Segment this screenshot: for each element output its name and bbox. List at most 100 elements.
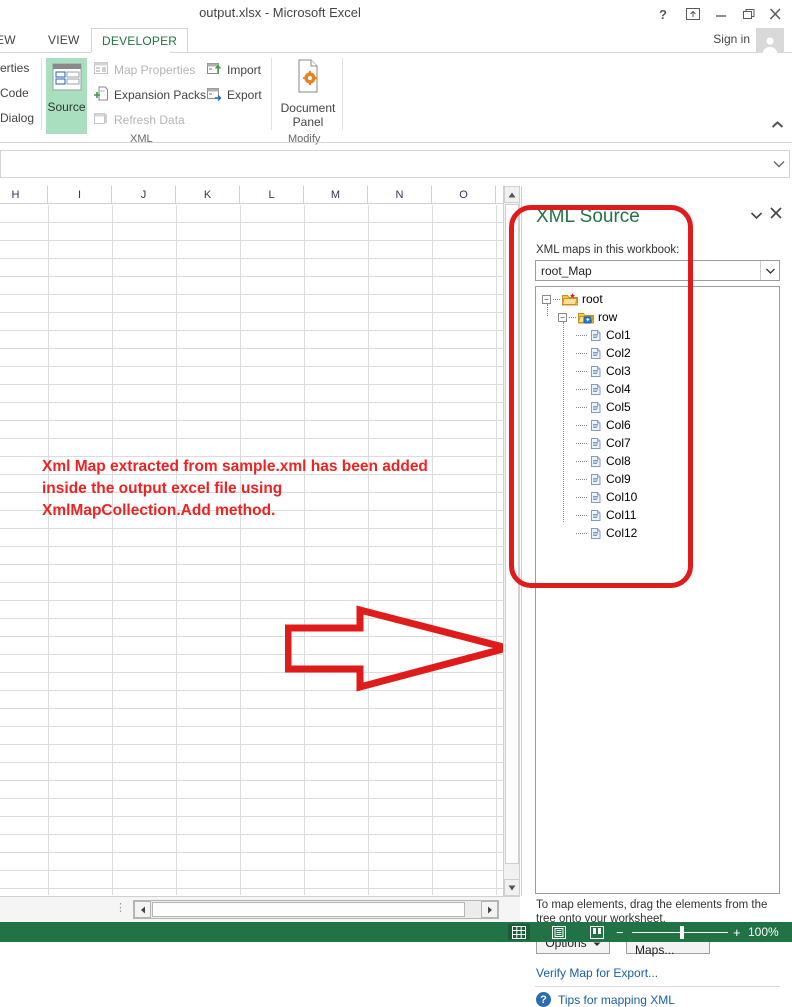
grid-row[interactable]: [0, 367, 504, 385]
xml-tree-node[interactable]: Col5: [574, 398, 631, 416]
grid-row[interactable]: [0, 349, 504, 367]
restore-icon[interactable]: [738, 4, 760, 24]
xml-tree-node[interactable]: Col7: [574, 434, 631, 452]
grid-row[interactable]: [0, 439, 504, 457]
zoom-slider-thumb[interactable]: [680, 926, 684, 939]
grid-row[interactable]: [0, 871, 504, 889]
zoom-in-icon[interactable]: +: [733, 925, 741, 940]
formula-bar[interactable]: [0, 150, 790, 178]
column-header-L[interactable]: L: [240, 186, 304, 204]
export-button[interactable]: Export: [207, 86, 262, 104]
grid-row[interactable]: [0, 817, 504, 835]
xml-tree-node[interactable]: Col6: [574, 416, 631, 434]
grid-row[interactable]: [0, 763, 504, 781]
xml-tree-node[interactable]: − row: [558, 308, 617, 326]
grid-row[interactable]: [0, 295, 504, 313]
xml-tree-node[interactable]: Col3: [574, 362, 631, 380]
grid-row[interactable]: [0, 583, 504, 601]
import-button[interactable]: Import: [207, 61, 261, 79]
chevron-down-icon[interactable]: [773, 157, 785, 171]
page-break-preview-icon[interactable]: [586, 924, 608, 940]
grid-row[interactable]: [0, 565, 504, 583]
source-button[interactable]: Source: [46, 58, 87, 134]
column-header-K[interactable]: K: [176, 186, 240, 204]
grid-row[interactable]: [0, 421, 504, 439]
tree-expander-icon[interactable]: −: [542, 294, 551, 304]
tab-review[interactable]: EW: [0, 28, 26, 52]
expansion-packs-button[interactable]: <> Expansion Packs: [94, 86, 206, 104]
grid-row[interactable]: [0, 781, 504, 799]
column-header-H[interactable]: H: [0, 186, 48, 204]
column-header-I[interactable]: I: [48, 186, 112, 204]
grid-row[interactable]: [0, 853, 504, 871]
ribbon-left-command-dialog[interactable]: Dialog: [0, 111, 34, 125]
grid-row[interactable]: [0, 547, 504, 565]
vertical-scrollbar[interactable]: [503, 186, 520, 896]
grid-row[interactable]: [0, 709, 504, 727]
ribbon-display-options-icon[interactable]: [682, 4, 704, 24]
zoom-out-icon[interactable]: −: [616, 925, 624, 940]
column-header-O[interactable]: O: [432, 186, 496, 204]
xml-element-tree[interactable]: − root − row Col1 Col2 Col3 Col4 Col5 Col6 Col7 Col…: [535, 286, 780, 894]
xml-tree-node[interactable]: Col11: [574, 506, 636, 524]
xml-tree-node[interactable]: Col1: [574, 326, 631, 344]
grid-row[interactable]: [0, 385, 504, 403]
horizontal-scrollbar[interactable]: [133, 900, 499, 919]
xml-tree-node[interactable]: Col8: [574, 452, 631, 470]
xml-tree-node[interactable]: Col10: [574, 488, 637, 506]
minimize-icon[interactable]: [710, 4, 732, 24]
tree-expander-icon[interactable]: −: [558, 312, 567, 322]
grid-row[interactable]: [0, 205, 504, 223]
grid-row[interactable]: [0, 259, 504, 277]
xml-tree-node[interactable]: − root: [542, 290, 603, 308]
horizontal-scroll-thumb[interactable]: [152, 902, 465, 917]
verify-map-for-export-link[interactable]: Verify Map for Export...: [536, 966, 658, 980]
grid-row[interactable]: [0, 277, 504, 295]
tips-for-mapping-xml-link[interactable]: Tips for mapping XML: [558, 993, 675, 1007]
ribbon-left-command-code[interactable]: Code: [0, 86, 29, 100]
grid-row[interactable]: [0, 745, 504, 763]
vertical-scroll-thumb[interactable]: [505, 204, 519, 864]
grid-row[interactable]: [0, 313, 504, 331]
collapse-ribbon-icon[interactable]: [771, 120, 784, 132]
close-icon[interactable]: [764, 4, 786, 24]
grid-row[interactable]: [0, 403, 504, 421]
grid-row[interactable]: [0, 799, 504, 817]
grid-row[interactable]: [0, 223, 504, 241]
close-icon[interactable]: [770, 206, 782, 223]
xml-tree-node[interactable]: Col12: [574, 524, 637, 542]
grid-row[interactable]: [0, 529, 504, 547]
grid-row[interactable]: [0, 889, 504, 895]
document-panel-button[interactable]: Document Panel: [278, 58, 338, 134]
xml-tree-node[interactable]: Col2: [574, 344, 631, 362]
xml-tree-node[interactable]: Col4: [574, 380, 631, 398]
tab-developer[interactable]: DEVELOPER: [91, 28, 189, 53]
help-icon[interactable]: ?: [652, 4, 674, 24]
refresh-data-button[interactable]: Refresh Data: [94, 111, 185, 129]
avatar[interactable]: [756, 28, 784, 54]
scroll-left-icon[interactable]: [134, 901, 151, 918]
map-properties-button[interactable]: Map Properties: [94, 61, 195, 79]
column-header-J[interactable]: J: [112, 186, 176, 204]
tab-view[interactable]: VIEW: [38, 28, 89, 52]
page-layout-view-icon[interactable]: [548, 924, 570, 940]
normal-view-icon[interactable]: [508, 924, 530, 940]
ribbon-left-command-properties[interactable]: erties: [0, 61, 29, 75]
column-header-M[interactable]: M: [304, 186, 368, 204]
grid-row[interactable]: [0, 241, 504, 259]
grid-row[interactable]: [0, 835, 504, 853]
xml-tree-node[interactable]: Col9: [574, 470, 631, 488]
scroll-up-icon[interactable]: [504, 186, 520, 203]
scroll-right-icon[interactable]: [481, 901, 498, 918]
task-pane-menu-icon[interactable]: [750, 210, 763, 222]
xml-map-select[interactable]: root_Map: [535, 260, 780, 281]
chevron-down-icon[interactable]: [760, 261, 779, 280]
scroll-down-icon[interactable]: [504, 879, 520, 896]
sheet-tab-grip[interactable]: ⋮: [115, 901, 127, 914]
grid-cells[interactable]: [0, 205, 504, 895]
worksheet-grid[interactable]: HIJKLMNO Xml Map extracted from sample.x…: [0, 186, 504, 895]
column-header-N[interactable]: N: [368, 186, 432, 204]
grid-row[interactable]: [0, 331, 504, 349]
grid-row[interactable]: [0, 727, 504, 745]
sign-in-link[interactable]: Sign in: [713, 32, 750, 46]
